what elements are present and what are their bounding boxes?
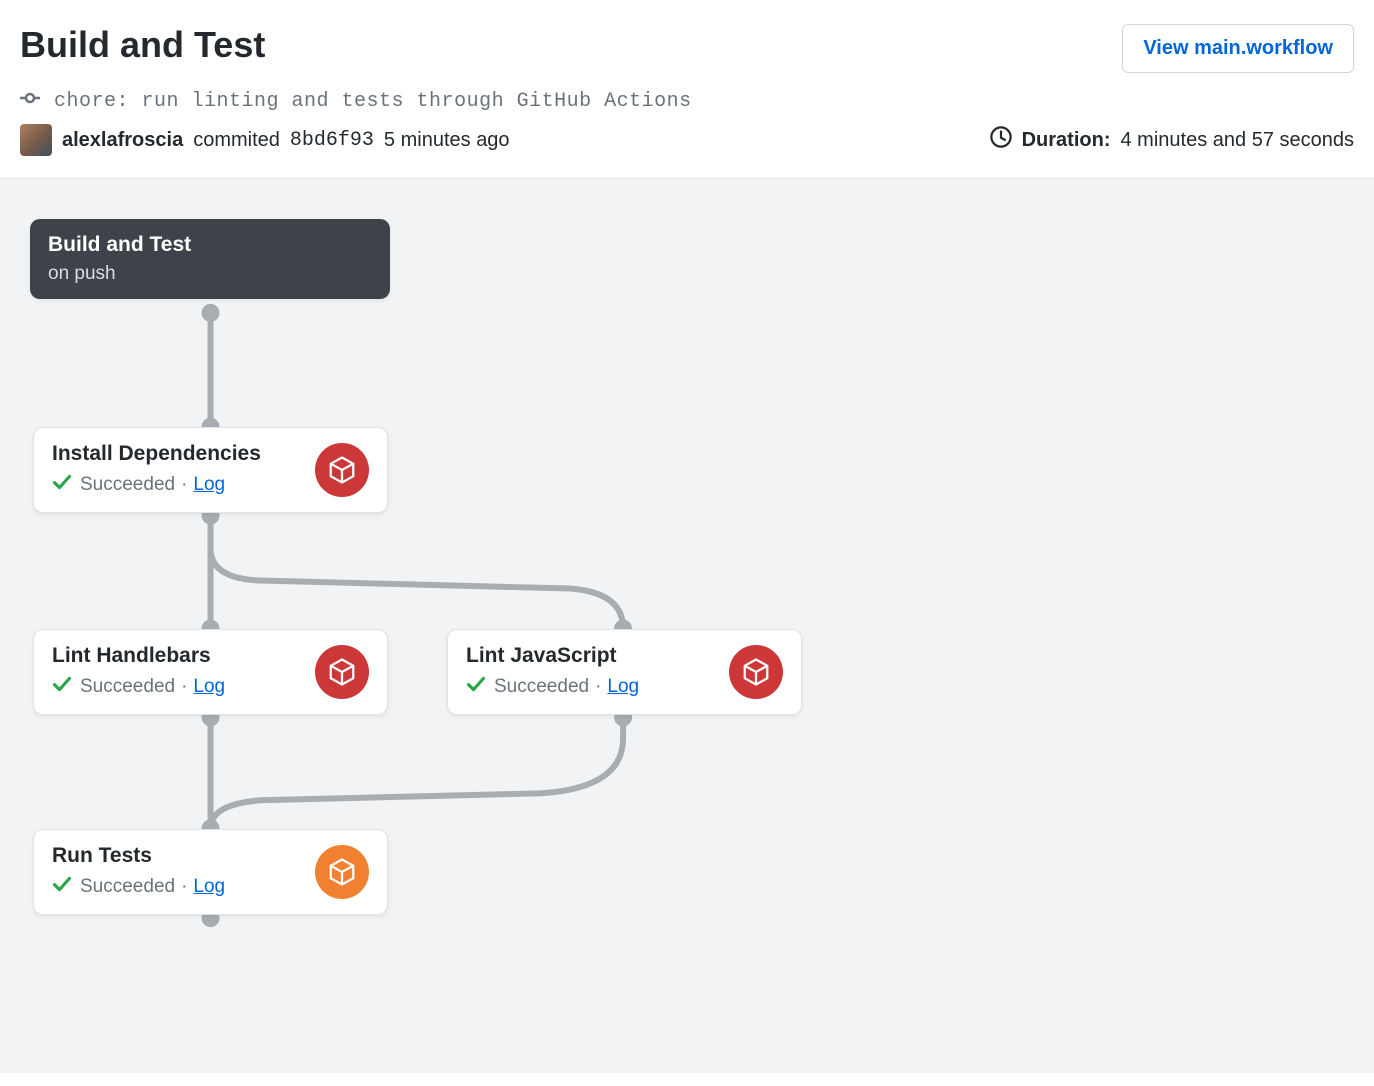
avatar[interactable] <box>20 124 52 156</box>
commit-icon <box>20 88 40 114</box>
node-status: Succeeded <box>80 474 175 496</box>
node-log-link[interactable]: Log <box>193 474 225 496</box>
package-icon <box>315 645 369 699</box>
entry-trigger: on push <box>48 263 372 285</box>
clock-icon <box>990 126 1012 154</box>
workflow-canvas: Build and Test on push Install Dependenc… <box>0 178 1374 1073</box>
duration-label: Duration: <box>1022 129 1111 152</box>
node-log-link[interactable]: Log <box>193 676 225 698</box>
commit-message: chore: run linting and tests through Git… <box>54 90 692 113</box>
workflow-node-run-tests[interactable]: Run Tests Succeeded · Log <box>33 829 388 915</box>
commit-time: 5 minutes ago <box>384 129 510 152</box>
package-icon <box>729 645 783 699</box>
workflow-node-lint-javascript[interactable]: Lint JavaScript Succeeded · Log <box>447 629 802 715</box>
node-status: Succeeded <box>494 676 589 698</box>
commit-action-word: commited <box>193 129 280 152</box>
commit-sha[interactable]: 8bd6f93 <box>290 129 374 152</box>
duration-value: 4 minutes and 57 seconds <box>1121 129 1355 152</box>
check-icon <box>52 674 72 700</box>
workflow-node-lint-handlebars[interactable]: Lint Handlebars Succeeded · Log <box>33 629 388 715</box>
node-status: Succeeded <box>80 676 175 698</box>
workflow-entry-node[interactable]: Build and Test on push <box>30 219 390 299</box>
entry-title: Build and Test <box>48 233 372 257</box>
workflow-node-install[interactable]: Install Dependencies Succeeded · Log <box>33 427 388 513</box>
node-log-link[interactable]: Log <box>193 876 225 898</box>
view-workflow-button[interactable]: View main.workflow <box>1122 24 1354 73</box>
node-title: Install Dependencies <box>52 442 303 466</box>
check-icon <box>466 674 486 700</box>
node-title: Lint Handlebars <box>52 644 303 668</box>
node-status: Succeeded <box>80 876 175 898</box>
check-icon <box>52 472 72 498</box>
node-title: Lint JavaScript <box>466 644 717 668</box>
package-icon <box>315 845 369 899</box>
package-icon <box>315 443 369 497</box>
check-icon <box>52 874 72 900</box>
node-log-link[interactable]: Log <box>607 676 639 698</box>
commit-author[interactable]: alexlafroscia <box>62 129 183 152</box>
node-title: Run Tests <box>52 844 303 868</box>
page-title: Build and Test <box>20 24 265 66</box>
